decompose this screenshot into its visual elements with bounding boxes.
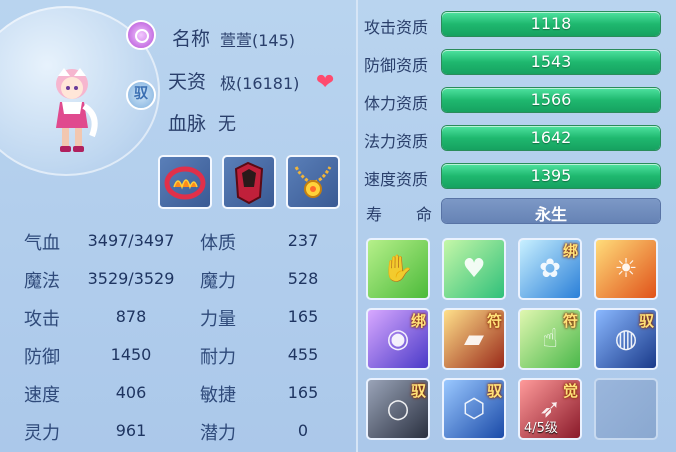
equip-slot-necklace[interactable] bbox=[286, 155, 340, 209]
pet-info-section: 驭 名称 萱萱(145) 天资 极(16181) ❤ 血脉 无 气血 3497/… bbox=[0, 0, 356, 452]
favorite-heart-icon[interactable]: ❤ bbox=[316, 70, 334, 95]
aptitude-section: 攻击资质 1118 防御资质 1543 体力资质 1566 法力资质 1642 速度资质… bbox=[358, 0, 676, 452]
aptitude-label: 防御资质 bbox=[364, 56, 429, 75]
stat-value: 165 bbox=[287, 307, 319, 326]
life-label-1: 寿 bbox=[366, 205, 383, 224]
aptitude-label: 体力资质 bbox=[364, 94, 429, 113]
stat-value: 237 bbox=[287, 231, 319, 250]
stat-value: 528 bbox=[287, 269, 319, 288]
skill-tag: 驭 bbox=[638, 312, 654, 330]
skill-slot[interactable]: ✋ bbox=[366, 238, 430, 300]
stat-value: 878 bbox=[115, 307, 147, 326]
aptitude-label: 法力资质 bbox=[364, 132, 429, 151]
stat-label: 魔力 bbox=[200, 271, 236, 292]
stat-value: 1450 bbox=[110, 345, 152, 364]
stat-value: 406 bbox=[115, 383, 147, 402]
aptitude-value: 1395 bbox=[530, 166, 572, 185]
aptitude-label: 速度资质 bbox=[364, 170, 429, 189]
skill-slot[interactable]: ◉ 绑 bbox=[366, 308, 430, 370]
talent-value: 极(16181) bbox=[220, 74, 300, 93]
skill-slot[interactable]: ⬡ 驭 bbox=[442, 378, 506, 440]
aptitude-value: 1642 bbox=[530, 128, 572, 147]
ride-badge[interactable]: 驭 bbox=[126, 80, 156, 110]
stat-label: 体质 bbox=[200, 233, 236, 254]
equip-slot-armor[interactable] bbox=[222, 155, 276, 209]
stat-label: 耐力 bbox=[200, 347, 236, 368]
skill-tag: 驭 bbox=[486, 382, 502, 400]
aptitude-bar: 1395 bbox=[442, 164, 660, 188]
aptitude-bar: 1118 bbox=[442, 12, 660, 36]
equip-slot-collar[interactable] bbox=[158, 155, 212, 209]
red-armor-icon bbox=[234, 161, 264, 205]
stat-label: 速度 bbox=[24, 385, 60, 406]
heart-shield-icon: ♥ bbox=[462, 254, 486, 284]
pet-attribute-panel: 驭 名称 萱萱(145) 天资 极(16181) ❤ 血脉 无 气血 3497/… bbox=[0, 0, 676, 452]
skill-slot[interactable]: ➶ 觉 4/5级 bbox=[518, 378, 582, 440]
name-label: 名称 bbox=[172, 28, 211, 50]
empty-skill-slot[interactable] bbox=[594, 378, 658, 440]
stat-label: 魔法 bbox=[24, 271, 60, 292]
aptitude-value: 1118 bbox=[530, 14, 572, 33]
stat-label: 攻击 bbox=[24, 309, 60, 330]
life-label-2: 命 bbox=[416, 205, 433, 224]
stat-value: 455 bbox=[287, 345, 319, 364]
flame-collar-icon bbox=[164, 166, 206, 200]
pet-figure-icon bbox=[56, 68, 98, 152]
talent-label: 天资 bbox=[168, 71, 207, 93]
bloodline-value: 无 bbox=[218, 114, 236, 135]
life-bar: 永生 bbox=[442, 199, 660, 224]
bloodline-label: 血脉 bbox=[168, 113, 207, 135]
skill-slot[interactable]: ✿ 绑 bbox=[518, 238, 582, 300]
skill-tag: 符 bbox=[562, 312, 578, 330]
skill-tag: 绑 bbox=[410, 312, 426, 330]
gold-necklace-icon bbox=[294, 166, 332, 198]
stat-value: 3529/3529 bbox=[87, 269, 175, 288]
healing-hand-icon: ✋ bbox=[381, 254, 415, 284]
skill-slot[interactable]: ♥ bbox=[442, 238, 506, 300]
stat-value: 961 bbox=[115, 421, 147, 440]
aptitude-bar: 1566 bbox=[442, 88, 660, 112]
stat-value: 165 bbox=[287, 383, 319, 402]
stat-value: 0 bbox=[297, 421, 309, 440]
stat-value: 3497/3497 bbox=[87, 231, 175, 250]
stat-label: 防御 bbox=[24, 347, 60, 368]
skill-tag: 驭 bbox=[410, 382, 426, 400]
name-value: 萱萱(145) bbox=[220, 31, 296, 50]
skill-slot[interactable]: ◍ 驭 bbox=[594, 308, 658, 370]
skill-slot[interactable]: ☀ bbox=[594, 238, 658, 300]
stat-label: 力量 bbox=[200, 309, 236, 330]
aptitude-value: 1566 bbox=[530, 90, 572, 109]
fireball-icon: ☀ bbox=[614, 254, 638, 284]
skill-tag: 绑 bbox=[562, 242, 578, 260]
skill-tag: 觉 bbox=[562, 382, 578, 400]
skill-slot[interactable]: ○ 驭 bbox=[366, 378, 430, 440]
skill-slot[interactable]: ☝ 符 bbox=[518, 308, 582, 370]
stat-label: 灵力 bbox=[24, 423, 60, 444]
aptitude-label: 攻击资质 bbox=[364, 18, 429, 37]
skill-level: 4/5级 bbox=[524, 421, 558, 436]
life-value: 永生 bbox=[534, 205, 567, 224]
stat-label: 敏捷 bbox=[200, 385, 236, 406]
skill-slot[interactable]: ▰ 符 bbox=[442, 308, 506, 370]
stat-label: 气血 bbox=[24, 233, 60, 254]
skill-tag: 符 bbox=[486, 312, 502, 330]
aptitude-bar: 1642 bbox=[442, 126, 660, 150]
stat-label: 潜力 bbox=[200, 423, 236, 444]
pet-type-emblem-icon[interactable] bbox=[126, 20, 156, 50]
aptitude-value: 1543 bbox=[530, 52, 572, 71]
aptitude-bar: 1543 bbox=[442, 50, 660, 74]
